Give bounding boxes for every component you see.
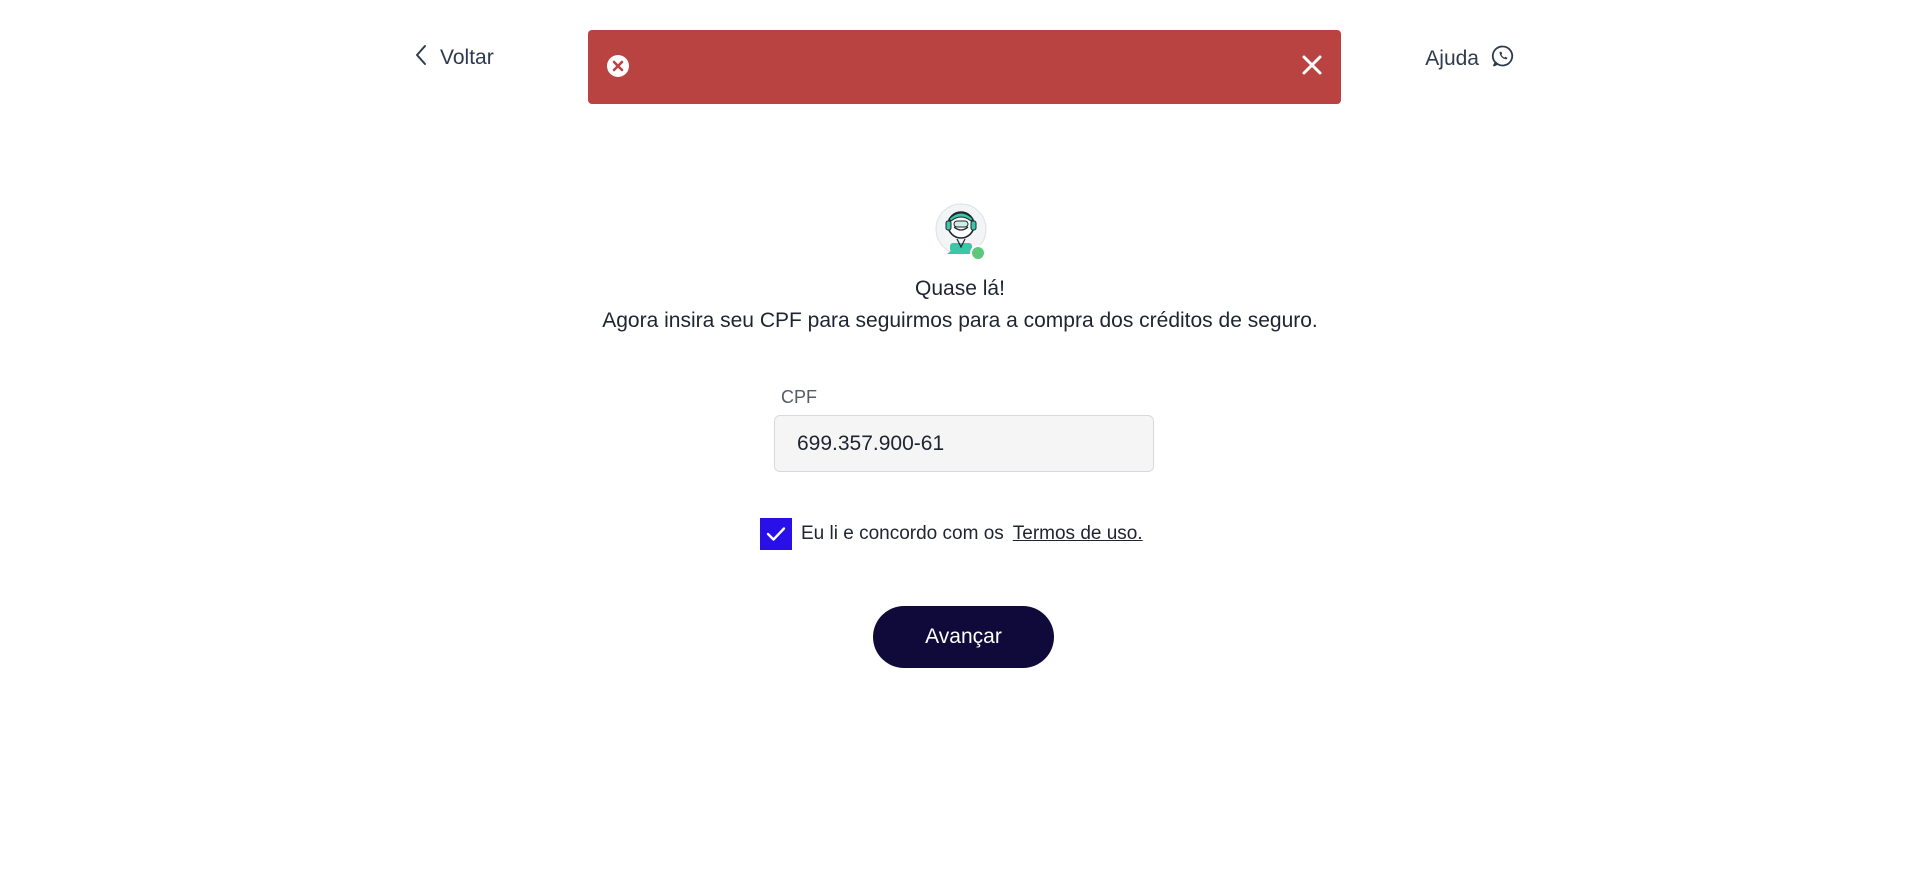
help-button[interactable]: Ajuda — [1425, 44, 1515, 74]
terms-text: Eu li e concordo com os — [801, 523, 1004, 544]
chevron-left-icon — [414, 44, 428, 72]
back-label: Voltar — [440, 46, 494, 69]
cpf-label: CPF — [781, 387, 817, 407]
check-icon — [766, 527, 786, 541]
help-label: Ajuda — [1425, 47, 1479, 70]
terms-row: Eu li e concordo com os Termos de uso. — [760, 518, 1143, 550]
back-button[interactable]: Voltar — [414, 44, 494, 72]
page-title: Quase lá! — [915, 277, 1005, 300]
whatsapp-icon — [1491, 44, 1515, 74]
terms-checkbox[interactable] — [760, 518, 792, 550]
assistant-avatar — [935, 203, 989, 261]
error-circle-icon — [606, 54, 630, 83]
page-subtitle: Agora insira seu CPF para seguirmos para… — [602, 309, 1318, 332]
error-toast — [588, 30, 1341, 104]
terms-link[interactable]: Termos de uso. — [1013, 523, 1143, 545]
cpf-input[interactable] — [774, 415, 1154, 472]
advance-button[interactable]: Avançar — [873, 606, 1054, 668]
close-icon[interactable] — [1301, 54, 1323, 81]
